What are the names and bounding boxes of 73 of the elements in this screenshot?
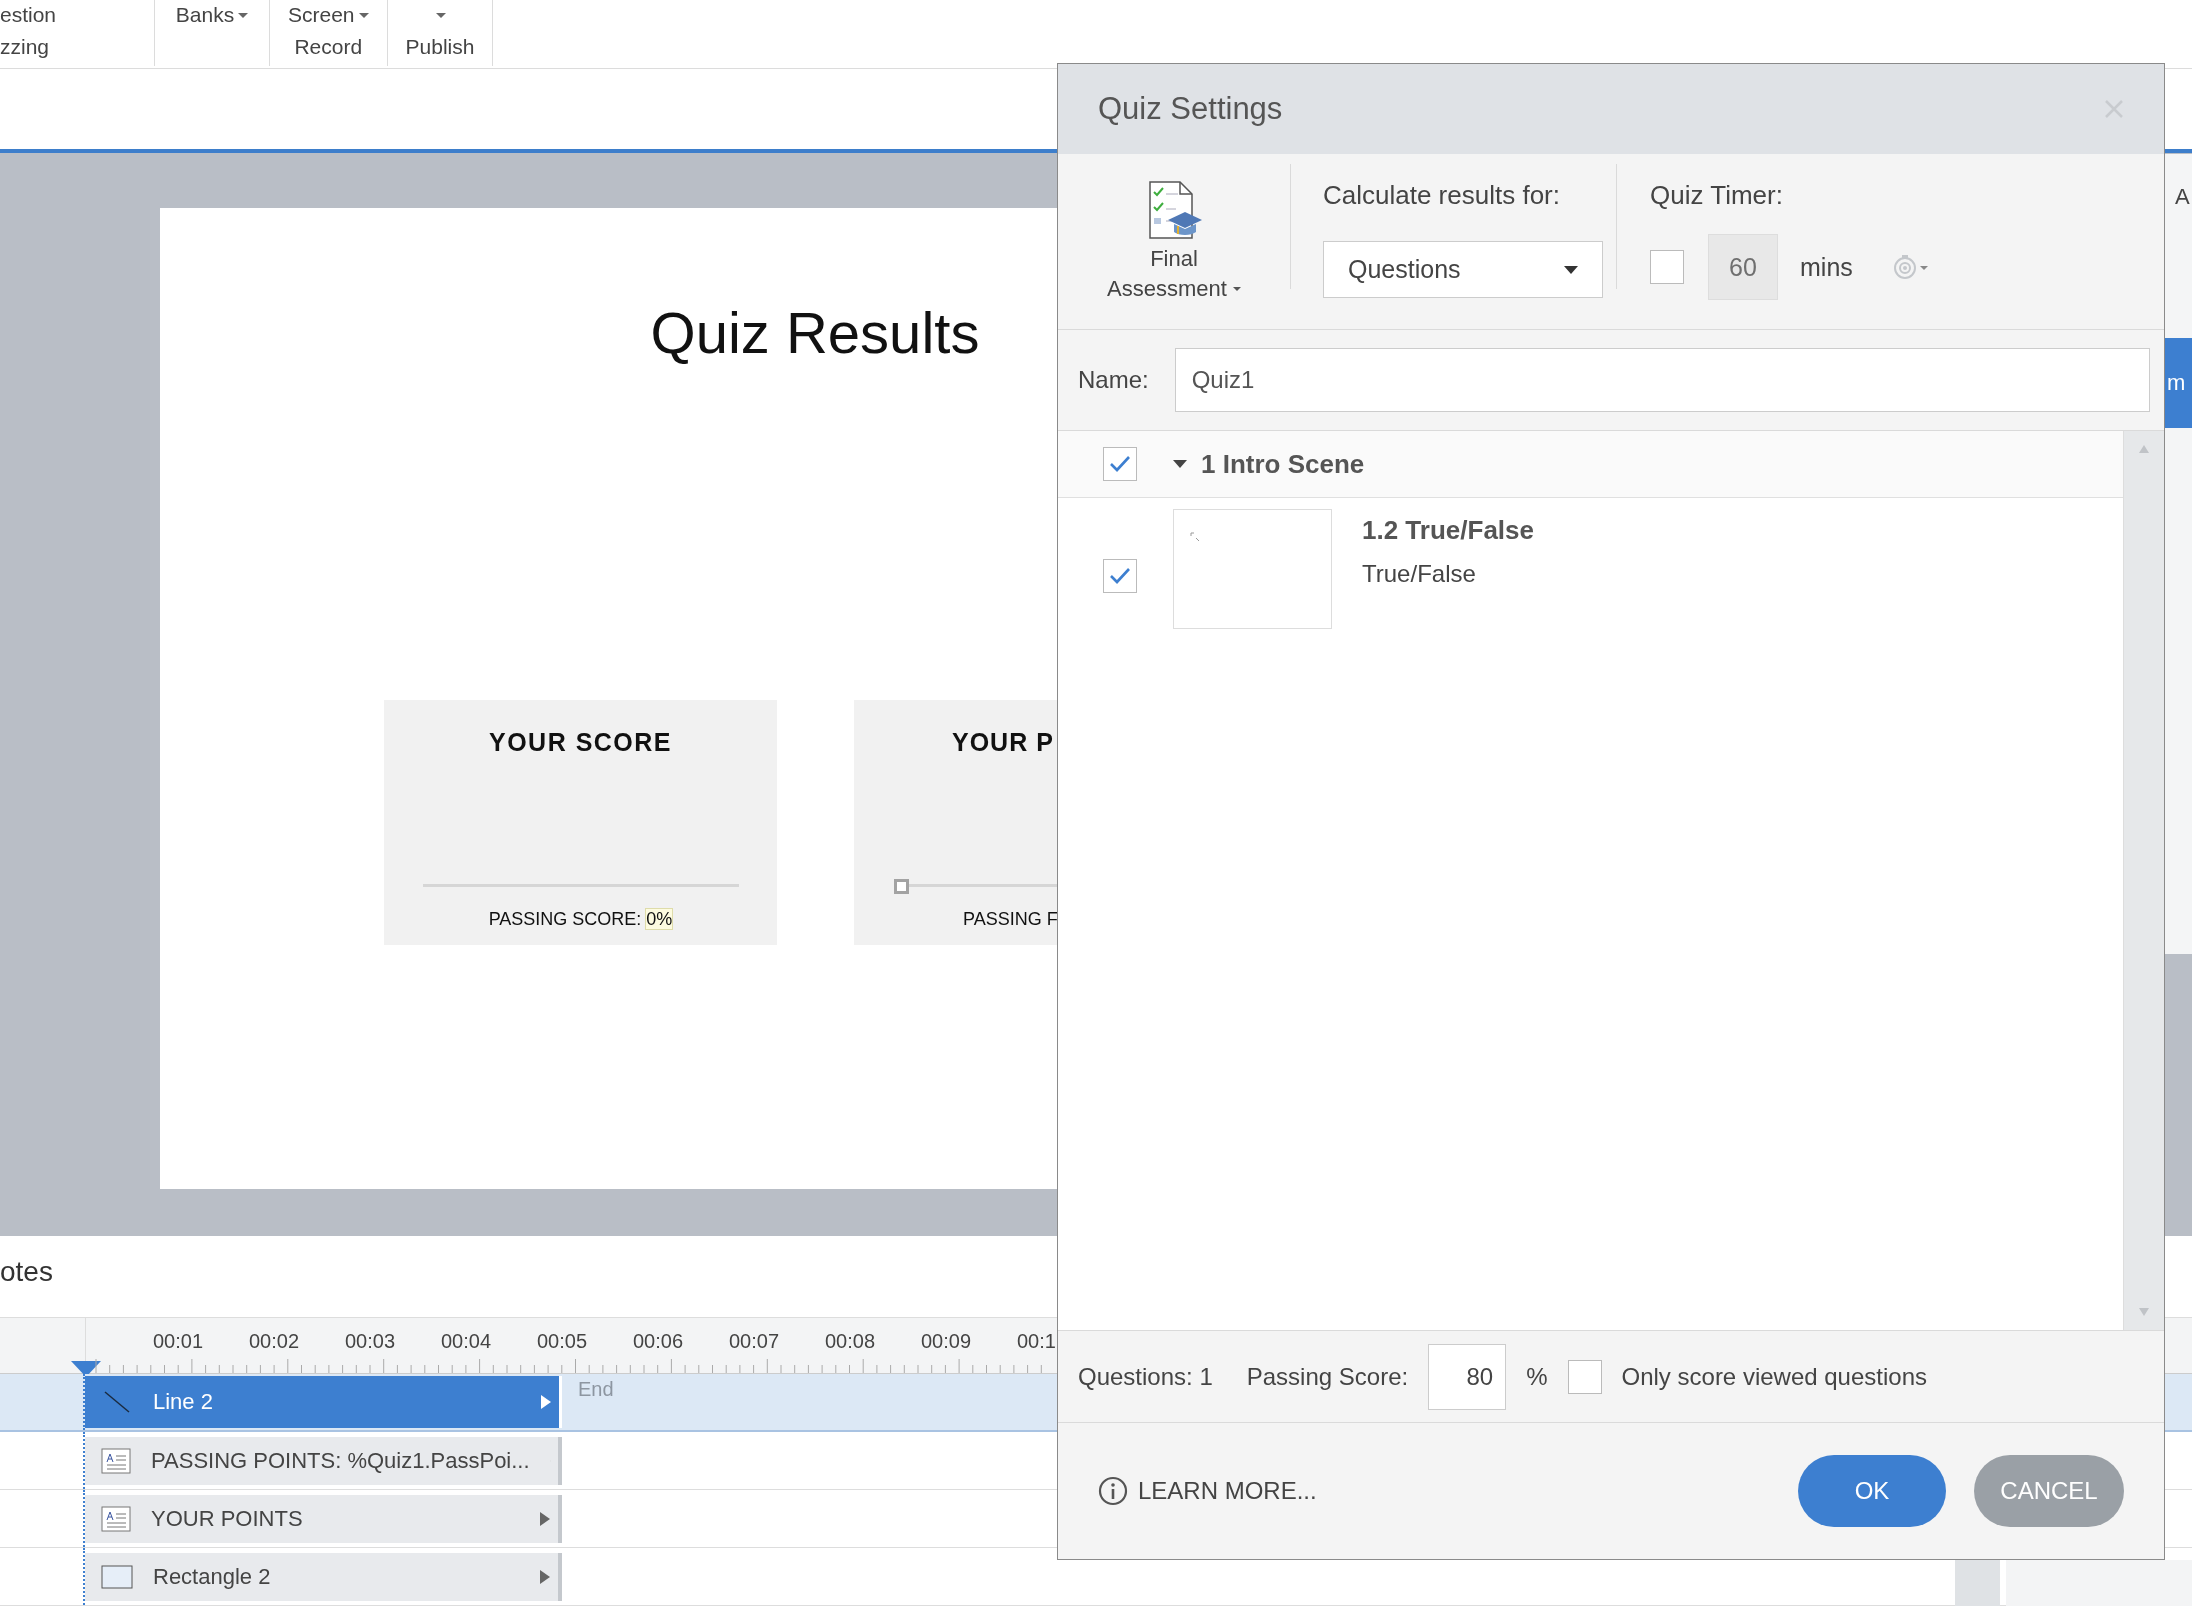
- caret-icon: [1564, 265, 1578, 274]
- time-label: 00:09: [921, 1330, 973, 1353]
- question-count: Questions: 1: [1078, 1362, 1213, 1391]
- question-title: 1.2 True/False: [1362, 515, 1534, 546]
- scrollbar[interactable]: [2123, 431, 2164, 1330]
- assessment-button[interactable]: Final Assessment: [1058, 154, 1290, 329]
- scroll-up-icon[interactable]: [2139, 445, 2149, 453]
- card-footer-text: PASSING F: [963, 908, 1057, 930]
- time-label: 00:08: [825, 1330, 877, 1353]
- ribbon-button[interactable]: Screen Record: [270, 0, 388, 66]
- timeline-track[interactable]: YOUR POINTS: [85, 1494, 562, 1543]
- ribbon-button[interactable]: Banks: [155, 0, 270, 66]
- time-label: 00:1: [1017, 1330, 1057, 1353]
- percent-label: %: [1526, 1362, 1548, 1391]
- scene-checkbox[interactable]: [1103, 447, 1137, 481]
- timeline-track[interactable]: PASSING POINTS: %Quiz1.PassPoi...: [85, 1436, 562, 1485]
- panel-tab[interactable]: m: [2165, 338, 2192, 428]
- field-label: Name:: [1078, 366, 1149, 394]
- scroll-down-icon[interactable]: [2139, 1308, 2149, 1316]
- check-icon: [1109, 567, 1131, 585]
- caret-icon[interactable]: [358, 12, 369, 18]
- arrow-icon: [540, 1511, 550, 1526]
- notes-label: otes: [0, 1254, 54, 1288]
- timer-minutes-field[interactable]: 60: [1708, 234, 1778, 300]
- card-heading: YOUR SCORE: [488, 727, 673, 757]
- info-icon: [1098, 1476, 1128, 1506]
- rectangle-icon: [101, 1564, 133, 1589]
- field-label: Passing Score:: [1246, 1362, 1409, 1391]
- only-viewed-checkbox[interactable]: [1567, 1359, 1602, 1394]
- text-box-icon: [101, 1447, 131, 1474]
- time-label: 00:06: [633, 1330, 685, 1353]
- question-type: True/False: [1362, 560, 1477, 588]
- ribbon-button[interactable]: Publish: [387, 0, 494, 66]
- cursor-icon: [1190, 532, 1200, 542]
- text-box-icon: [101, 1505, 131, 1532]
- timer-checkbox[interactable]: [1650, 250, 1684, 284]
- playhead-icon[interactable]: [71, 1361, 101, 1377]
- caret-icon: [1232, 287, 1241, 291]
- time-label: 00:04: [441, 1330, 493, 1353]
- slide-title: Quiz Results: [649, 298, 981, 367]
- slide-thumbnail[interactable]: [1173, 509, 1332, 629]
- time-label: 00:01: [153, 1330, 205, 1353]
- passing-score-field[interactable]: 80: [1428, 1343, 1507, 1410]
- end-label: End: [578, 1378, 614, 1401]
- timeline-track[interactable]: Rectangle 2: [85, 1552, 562, 1601]
- arrow-icon: [541, 1395, 551, 1409]
- card-footer-text: PASSING SCORE: 0%: [488, 908, 673, 930]
- time-label: 00:03: [345, 1330, 397, 1353]
- panel-label: A: [2175, 184, 2191, 210]
- name-field[interactable]: Quiz1: [1174, 348, 2150, 412]
- checkbox-label: Only score viewed questions: [1621, 1362, 1927, 1391]
- time-label: 00:02: [249, 1330, 301, 1353]
- check-icon: [1109, 455, 1131, 473]
- results-dropdown[interactable]: Questions: [1323, 241, 1603, 298]
- ok-button[interactable]: OK: [1798, 1455, 1946, 1527]
- field-label: Calculate results for:: [1323, 180, 1561, 211]
- field-label: Quiz Timer:: [1650, 180, 1784, 211]
- time-label: 00:07: [729, 1330, 781, 1353]
- resize-handle[interactable]: [894, 878, 909, 894]
- caret-icon[interactable]: [238, 12, 249, 18]
- expand-caret-icon[interactable]: [1173, 460, 1187, 468]
- ribbon-button[interactable]: estion zzing: [0, 0, 155, 66]
- caret-icon[interactable]: [436, 12, 446, 18]
- unit-label: mins: [1800, 252, 1853, 282]
- learn-more-link[interactable]: LEARN MORE...: [1098, 1476, 1317, 1506]
- timeline-track[interactable]: Line 2: [85, 1376, 562, 1428]
- stopwatch-icon[interactable]: [1892, 255, 1929, 279]
- time-label: 00:05: [537, 1330, 589, 1353]
- arrow-icon: [540, 1569, 550, 1584]
- card-heading: YOUR P: [952, 727, 1054, 757]
- question-checkbox[interactable]: [1103, 559, 1137, 593]
- scene-label: 1 Intro Scene: [1201, 448, 1365, 480]
- dialog-title: Quiz Settings: [1098, 91, 1283, 127]
